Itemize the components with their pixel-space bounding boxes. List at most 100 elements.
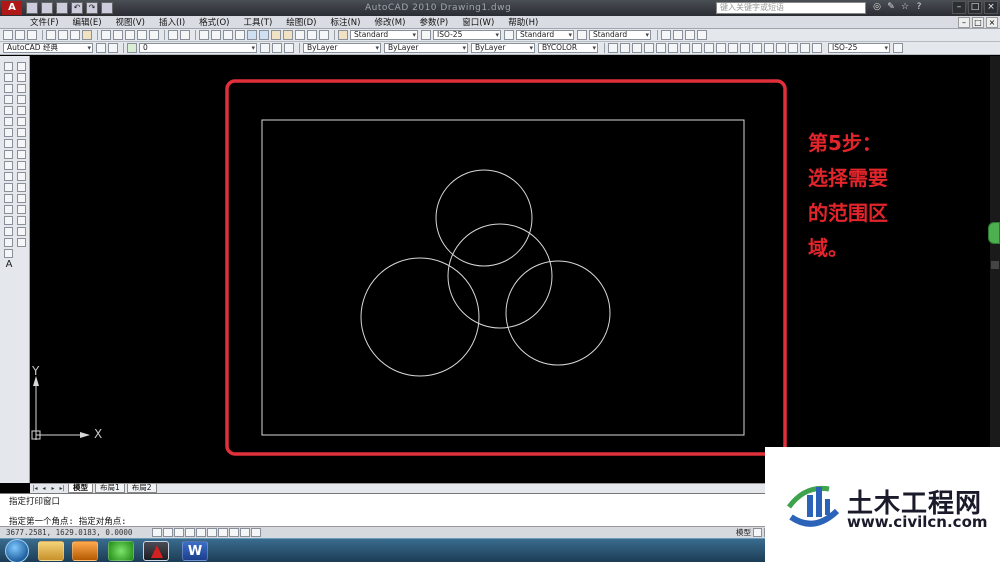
chamfer-icon[interactable] [17, 216, 26, 225]
circle-left[interactable] [360, 257, 480, 377]
dimension-tool-icon[interactable] [752, 43, 762, 53]
array-icon[interactable] [17, 106, 26, 115]
line-icon[interactable] [4, 62, 13, 71]
menu-edit[interactable]: 编辑(E) [73, 16, 102, 28]
layer-select[interactable]: 0 [139, 43, 257, 53]
layer-properties-icon[interactable] [108, 43, 118, 53]
circle-center[interactable] [447, 223, 553, 329]
extend-icon[interactable] [17, 172, 26, 181]
point-icon[interactable] [4, 205, 13, 214]
tab-model[interactable]: 模型 [68, 484, 93, 493]
dim-style-select[interactable]: ISO-25 [433, 30, 501, 40]
menu-tools[interactable]: 工具(T) [243, 16, 272, 28]
multiline-text-icon[interactable]: A [4, 260, 14, 270]
menu-help[interactable]: 帮助(H) [508, 16, 538, 28]
redo-icon[interactable] [180, 30, 190, 40]
color-select[interactable]: ByLayer [303, 43, 381, 53]
next-tab-icon[interactable]: ▸ [49, 485, 57, 493]
lineweight-toggle-icon[interactable] [240, 528, 250, 537]
dimension-tool-icon[interactable] [680, 43, 690, 53]
scale-icon[interactable] [17, 139, 26, 148]
minimize-icon[interactable]: – [952, 1, 966, 14]
design-center-icon[interactable] [259, 30, 269, 40]
toolbar-extra-icon[interactable] [697, 30, 707, 40]
publish-icon[interactable] [70, 30, 80, 40]
trim-icon[interactable] [17, 161, 26, 170]
open-icon[interactable] [15, 30, 25, 40]
explorer-icon[interactable] [38, 541, 64, 561]
zoom-previous-icon[interactable] [235, 30, 245, 40]
tool-palettes-icon[interactable] [271, 30, 281, 40]
grid-toggle-icon[interactable] [163, 528, 173, 537]
zoom-window-icon[interactable] [223, 30, 233, 40]
ortho-toggle-icon[interactable] [174, 528, 184, 537]
tab-layout1[interactable]: 布局1 [95, 484, 125, 493]
table-icon[interactable] [4, 249, 13, 258]
quickcalc-icon[interactable] [307, 30, 317, 40]
text-style-select[interactable]: Standard [350, 30, 418, 40]
menu-window[interactable]: 窗口(W) [462, 16, 494, 28]
word-icon[interactable]: W [182, 541, 208, 561]
gradient-icon[interactable] [4, 227, 13, 236]
dyn-toggle-icon[interactable] [229, 528, 239, 537]
open-file-icon[interactable] [41, 2, 53, 14]
prev-tab-icon[interactable]: ◂ [40, 485, 48, 493]
rotate-icon[interactable] [17, 128, 26, 137]
offset-icon[interactable] [17, 95, 26, 104]
join-icon[interactable] [17, 205, 26, 214]
dim-style-icon[interactable] [421, 30, 431, 40]
hatch-icon[interactable] [4, 216, 13, 225]
menu-file[interactable]: 文件(F) [30, 16, 59, 28]
move-icon[interactable] [17, 117, 26, 126]
media-player-icon[interactable] [72, 541, 98, 561]
undo-icon[interactable]: ↶ [71, 2, 83, 14]
wrench-icon[interactable]: ✎ [886, 2, 896, 13]
dimension-tool-icon[interactable] [764, 43, 774, 53]
polygon-icon[interactable] [4, 95, 13, 104]
tab-layout2[interactable]: 布局2 [126, 484, 157, 493]
dimension-tool-icon[interactable] [716, 43, 726, 53]
circle-top[interactable] [435, 169, 533, 267]
dimension-tool-icon[interactable] [656, 43, 666, 53]
dim-style-icon[interactable] [893, 43, 903, 53]
drawing-restore-icon[interactable]: □ [972, 16, 984, 28]
menu-dimension[interactable]: 标注(N) [330, 16, 360, 28]
multileader-style-select[interactable]: Standard [589, 30, 651, 40]
workspace-settings-icon[interactable] [96, 43, 106, 53]
plot-icon[interactable] [101, 2, 113, 14]
dimension-tool-icon[interactable] [608, 43, 618, 53]
menu-parametric[interactable]: 参数(P) [419, 16, 448, 28]
dimension-tool-icon[interactable] [812, 43, 822, 53]
spline-icon[interactable] [4, 150, 13, 159]
ellipse-arc-icon[interactable] [4, 172, 13, 181]
drawing-minimize-icon[interactable]: – [958, 16, 970, 28]
region-icon[interactable] [4, 238, 13, 247]
markup-icon[interactable] [295, 30, 305, 40]
star-icon[interactable]: ☆ [900, 2, 910, 13]
help-icon[interactable] [319, 30, 329, 40]
menu-modify[interactable]: 修改(M) [374, 16, 405, 28]
save-icon[interactable] [56, 2, 68, 14]
explode-icon[interactable] [17, 238, 26, 247]
dimension-tool-icon[interactable] [800, 43, 810, 53]
otrack-toggle-icon[interactable] [207, 528, 217, 537]
dimension-tool-icon[interactable] [644, 43, 654, 53]
menu-draw[interactable]: 绘图(D) [286, 16, 316, 28]
scroll-grip[interactable] [991, 261, 999, 269]
dimension-tool-icon[interactable] [704, 43, 714, 53]
toolbar-extra-icon[interactable] [661, 30, 671, 40]
3d-dwf-icon[interactable] [82, 30, 92, 40]
match-properties-icon[interactable] [137, 30, 147, 40]
circle-icon[interactable] [4, 128, 13, 137]
plotstyle-select[interactable]: BYCOLOR [538, 43, 598, 53]
copy-icon[interactable] [113, 30, 123, 40]
cut-icon[interactable] [101, 30, 111, 40]
help-icon[interactable]: ? [914, 2, 924, 13]
fillet-icon[interactable] [17, 227, 26, 236]
dimension-tool-icon[interactable] [776, 43, 786, 53]
layer-previous-icon[interactable] [272, 43, 282, 53]
qp-toggle-icon[interactable] [251, 528, 261, 537]
ellipse-icon[interactable] [4, 161, 13, 170]
plot-icon[interactable] [46, 30, 56, 40]
first-tab-icon[interactable]: |◂ [31, 485, 39, 493]
